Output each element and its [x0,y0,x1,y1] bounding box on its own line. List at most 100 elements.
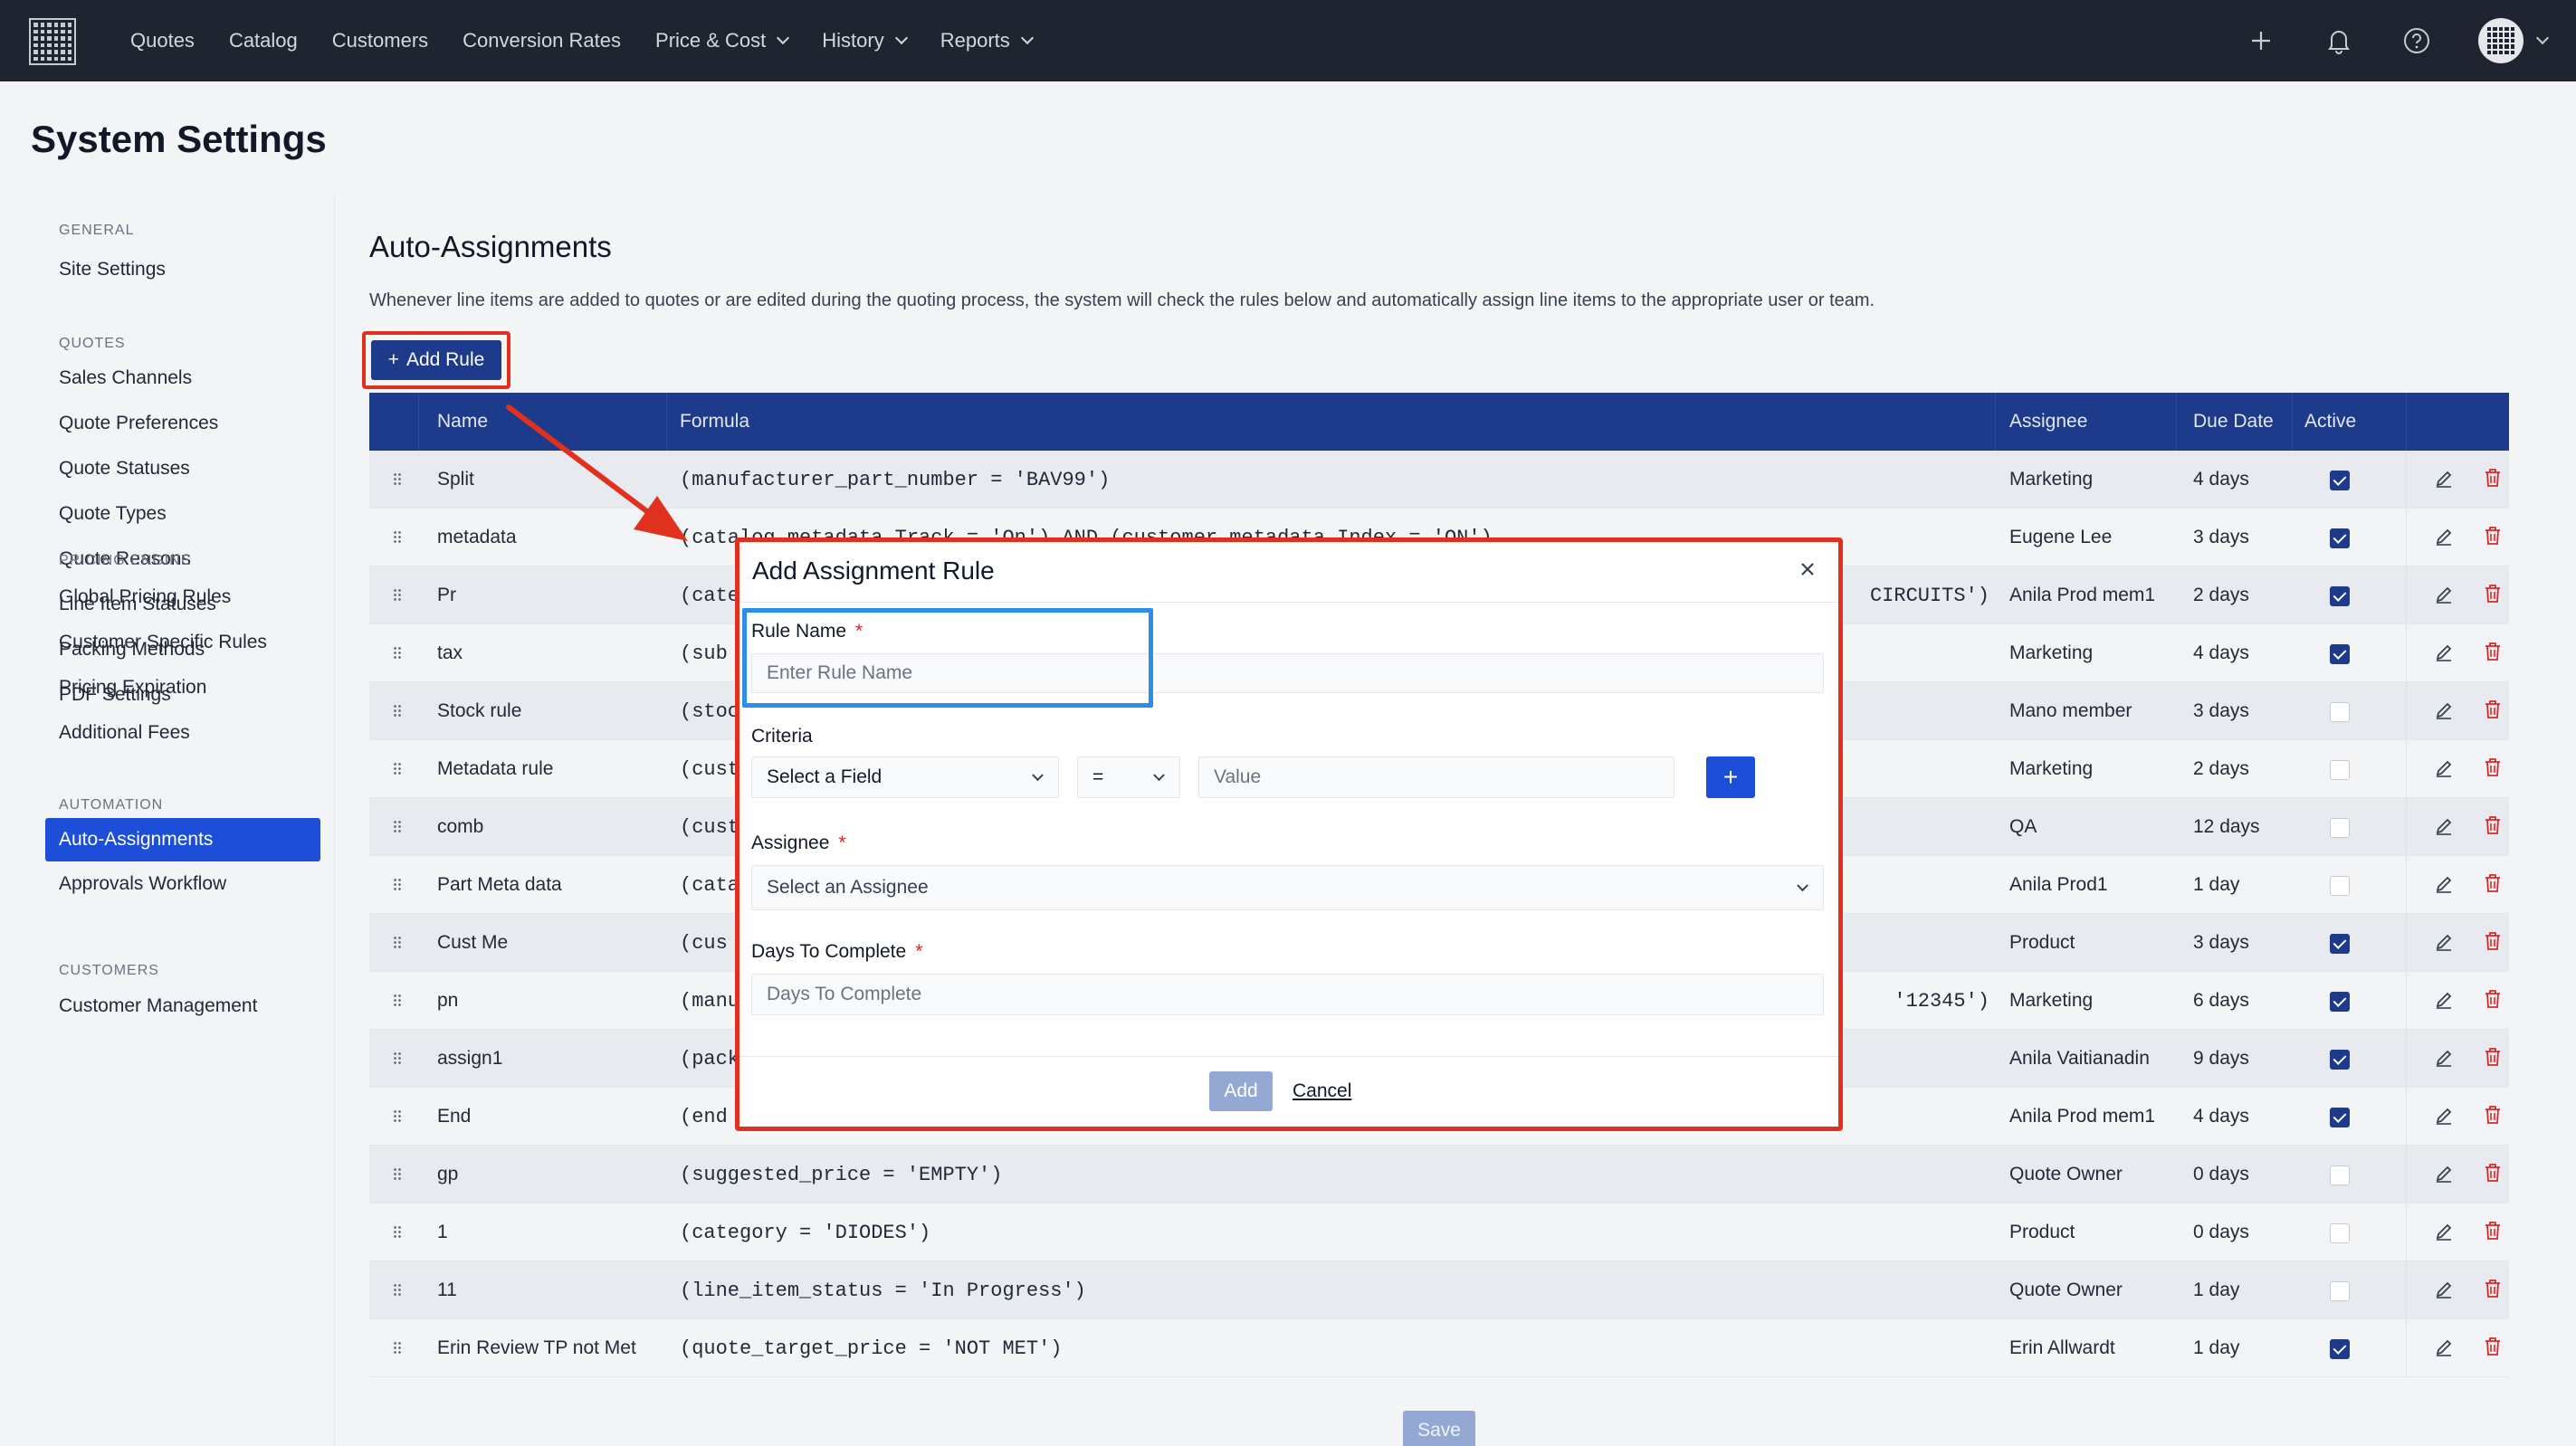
add-button[interactable]: Add [1209,1071,1273,1111]
trash-icon[interactable] [2483,1162,2503,1184]
help-icon[interactable] [2400,24,2433,57]
trash-icon[interactable] [2483,1220,2503,1241]
user-menu[interactable] [2478,18,2550,63]
table-row[interactable]: gp (suggested_price = 'EMPTY') Quote Owner… [369,1146,2509,1203]
active-checkbox-checked[interactable] [2330,1108,2350,1127]
nav-item-history[interactable]: History [822,29,908,52]
edit-icon[interactable] [2434,642,2454,662]
app-logo[interactable] [29,18,76,65]
drag-handle-icon[interactable] [393,1225,402,1240]
edit-icon[interactable] [2434,1048,2454,1068]
edit-icon[interactable] [2434,1106,2454,1126]
sidebar-item-global-pricing-rules[interactable]: Global Pricing Rules [59,586,231,608]
drag-handle-icon[interactable] [393,994,402,1008]
edit-icon[interactable] [2434,1337,2454,1357]
trash-icon[interactable] [2483,467,2503,489]
sidebar-item-customer-management[interactable]: Customer Management [59,995,257,1017]
drag-handle-icon[interactable] [393,1341,402,1356]
drag-handle-icon[interactable] [393,472,402,487]
sidebar-item-sales-channels[interactable]: Sales Channels [59,367,192,389]
cancel-link[interactable]: Cancel [1293,1080,1351,1102]
edit-icon[interactable] [2434,585,2454,604]
edit-icon[interactable] [2434,932,2454,952]
drag-handle-icon[interactable] [393,1167,402,1182]
trash-icon[interactable] [2483,641,2503,662]
drag-handle-icon[interactable] [393,646,402,661]
nav-item-catalog[interactable]: Catalog [229,29,298,52]
sidebar-item-additional-fees[interactable]: Additional Fees [59,722,190,744]
active-checkbox[interactable] [2330,876,2350,896]
drag-handle-icon[interactable] [393,1051,402,1066]
add-rule-button[interactable]: + Add Rule [371,340,501,380]
sidebar-item-site-settings[interactable]: Site Settings [59,259,166,281]
add-criteria-button[interactable]: + [1706,756,1755,798]
bell-icon[interactable] [2323,24,2355,57]
active-checkbox[interactable] [2330,760,2350,780]
edit-icon[interactable] [2434,700,2454,720]
operator-select[interactable]: = [1077,756,1180,798]
trash-icon[interactable] [2483,814,2503,836]
table-row[interactable]: Split (manufacturer_part_number = 'BAV99'… [369,451,2509,509]
nav-item-conversion-rates[interactable]: Conversion Rates [463,29,621,52]
active-checkbox[interactable] [2330,818,2350,838]
drag-handle-icon[interactable] [393,588,402,603]
trash-icon[interactable] [2483,988,2503,1010]
trash-icon[interactable] [2483,1104,2503,1126]
trash-icon[interactable] [2483,930,2503,952]
edit-icon[interactable] [2434,990,2454,1010]
active-checkbox[interactable] [2330,1281,2350,1301]
close-icon[interactable] [1798,560,1817,578]
nav-item-quotes[interactable]: Quotes [130,29,195,52]
nav-item-reports[interactable]: Reports [940,29,1034,52]
active-checkbox-checked[interactable] [2330,586,2350,606]
table-row[interactable]: 1 (category = 'DIODES') Product 0 days [369,1203,2509,1261]
active-checkbox-checked[interactable] [2330,934,2350,954]
drag-handle-icon[interactable] [393,878,402,892]
edit-icon[interactable] [2434,874,2454,894]
sidebar-item-approvals-workflow[interactable]: Approvals Workflow [59,873,226,895]
drag-handle-icon[interactable] [393,530,402,545]
value-input[interactable]: Value [1198,756,1674,798]
active-checkbox-checked[interactable] [2330,1339,2350,1359]
edit-icon[interactable] [2434,758,2454,778]
edit-icon[interactable] [2434,1280,2454,1299]
trash-icon[interactable] [2483,872,2503,894]
drag-handle-icon[interactable] [393,820,402,834]
sidebar-item-quote-statuses[interactable]: Quote Statuses [59,458,190,480]
table-row[interactable]: 11 (line_item_status = 'In Progress') Quot… [369,1261,2509,1319]
drag-handle-icon[interactable] [393,1109,402,1124]
trash-icon[interactable] [2483,1046,2503,1068]
save-button[interactable]: Save [1403,1411,1475,1446]
active-checkbox-checked[interactable] [2330,1050,2350,1070]
nav-item-customers[interactable]: Customers [332,29,428,52]
trash-icon[interactable] [2483,756,2503,778]
plus-icon[interactable] [2245,24,2277,57]
drag-handle-icon[interactable] [393,1283,402,1298]
drag-handle-icon[interactable] [393,936,402,950]
sidebar-item-quote-preferences[interactable]: Quote Preferences [59,413,218,434]
drag-handle-icon[interactable] [393,704,402,718]
trash-icon[interactable] [2483,1336,2503,1357]
trash-icon[interactable] [2483,1278,2503,1299]
active-checkbox-checked[interactable] [2330,471,2350,490]
nav-item-price-cost[interactable]: Price & Cost [655,29,790,52]
active-checkbox-checked[interactable] [2330,644,2350,664]
active-checkbox[interactable] [2330,1223,2350,1243]
edit-icon[interactable] [2434,1164,2454,1184]
active-checkbox[interactable] [2330,702,2350,722]
days-input[interactable]: Days To Complete [751,974,1824,1015]
edit-icon[interactable] [2434,469,2454,489]
trash-icon[interactable] [2483,699,2503,720]
table-row[interactable]: Erin Review TP not Met (quote_target_pric… [369,1319,2509,1377]
edit-icon[interactable] [2434,527,2454,547]
sidebar-item-customer-specific-rules[interactable]: Customer Specific Rules [59,632,267,653]
drag-handle-icon[interactable] [393,762,402,776]
trash-icon[interactable] [2483,525,2503,547]
active-checkbox-checked[interactable] [2330,528,2350,548]
assignee-select[interactable]: Select an Assignee [751,865,1824,910]
edit-icon[interactable] [2434,816,2454,836]
active-checkbox[interactable] [2330,1165,2350,1185]
sidebar-item-pricing-expiration[interactable]: Pricing Expiration [59,677,206,699]
field-select[interactable]: Select a Field [751,756,1059,798]
trash-icon[interactable] [2483,583,2503,604]
